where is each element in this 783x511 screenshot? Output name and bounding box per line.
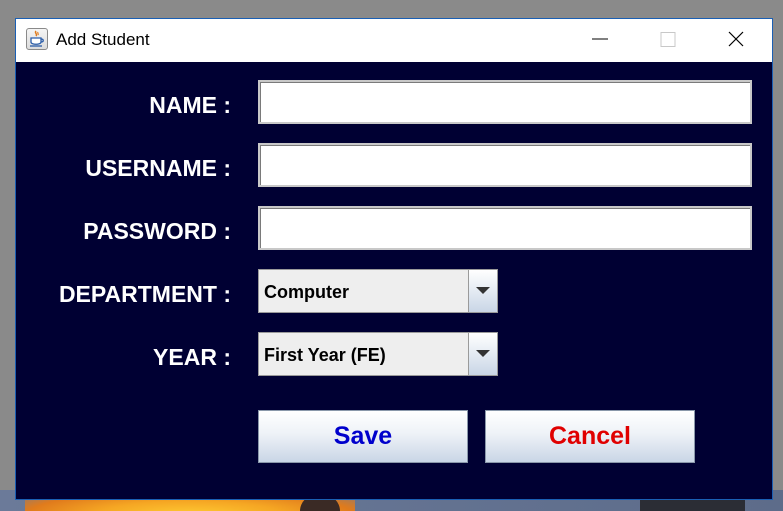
- year-select[interactable]: First Year (FE): [258, 332, 498, 376]
- name-input[interactable]: [258, 80, 752, 124]
- password-input[interactable]: [258, 206, 752, 250]
- name-label: NAME :: [149, 92, 231, 118]
- username-label: USERNAME :: [85, 155, 231, 181]
- form-panel: NAME : USERNAME : PASSWORD : DEPARTMENT …: [16, 62, 772, 499]
- add-student-window: Add Student NAME : USERNAME : PASSWORD :…: [15, 18, 773, 500]
- password-label: PASSWORD :: [83, 218, 231, 244]
- java-cup-icon[interactable]: [26, 28, 48, 50]
- chevron-down-icon: [476, 287, 490, 294]
- department-dropdown-button[interactable]: [468, 270, 497, 312]
- save-button[interactable]: Save: [258, 410, 468, 463]
- title-bar[interactable]: Add Student: [16, 19, 772, 62]
- close-button[interactable]: [702, 19, 770, 62]
- department-select[interactable]: Computer: [258, 269, 498, 313]
- window-title: Add Student: [56, 30, 150, 49]
- year-label: YEAR :: [153, 344, 231, 370]
- department-label: DEPARTMENT :: [58, 281, 231, 307]
- department-selected-value: Computer: [264, 282, 349, 302]
- year-selected-value: First Year (FE): [264, 345, 386, 365]
- maximize-button[interactable]: [634, 19, 702, 62]
- cancel-button[interactable]: Cancel: [485, 410, 695, 463]
- minimize-button[interactable]: [566, 19, 634, 62]
- year-dropdown-button[interactable]: [468, 333, 497, 375]
- username-input[interactable]: [258, 143, 752, 187]
- chevron-down-icon: [476, 350, 490, 357]
